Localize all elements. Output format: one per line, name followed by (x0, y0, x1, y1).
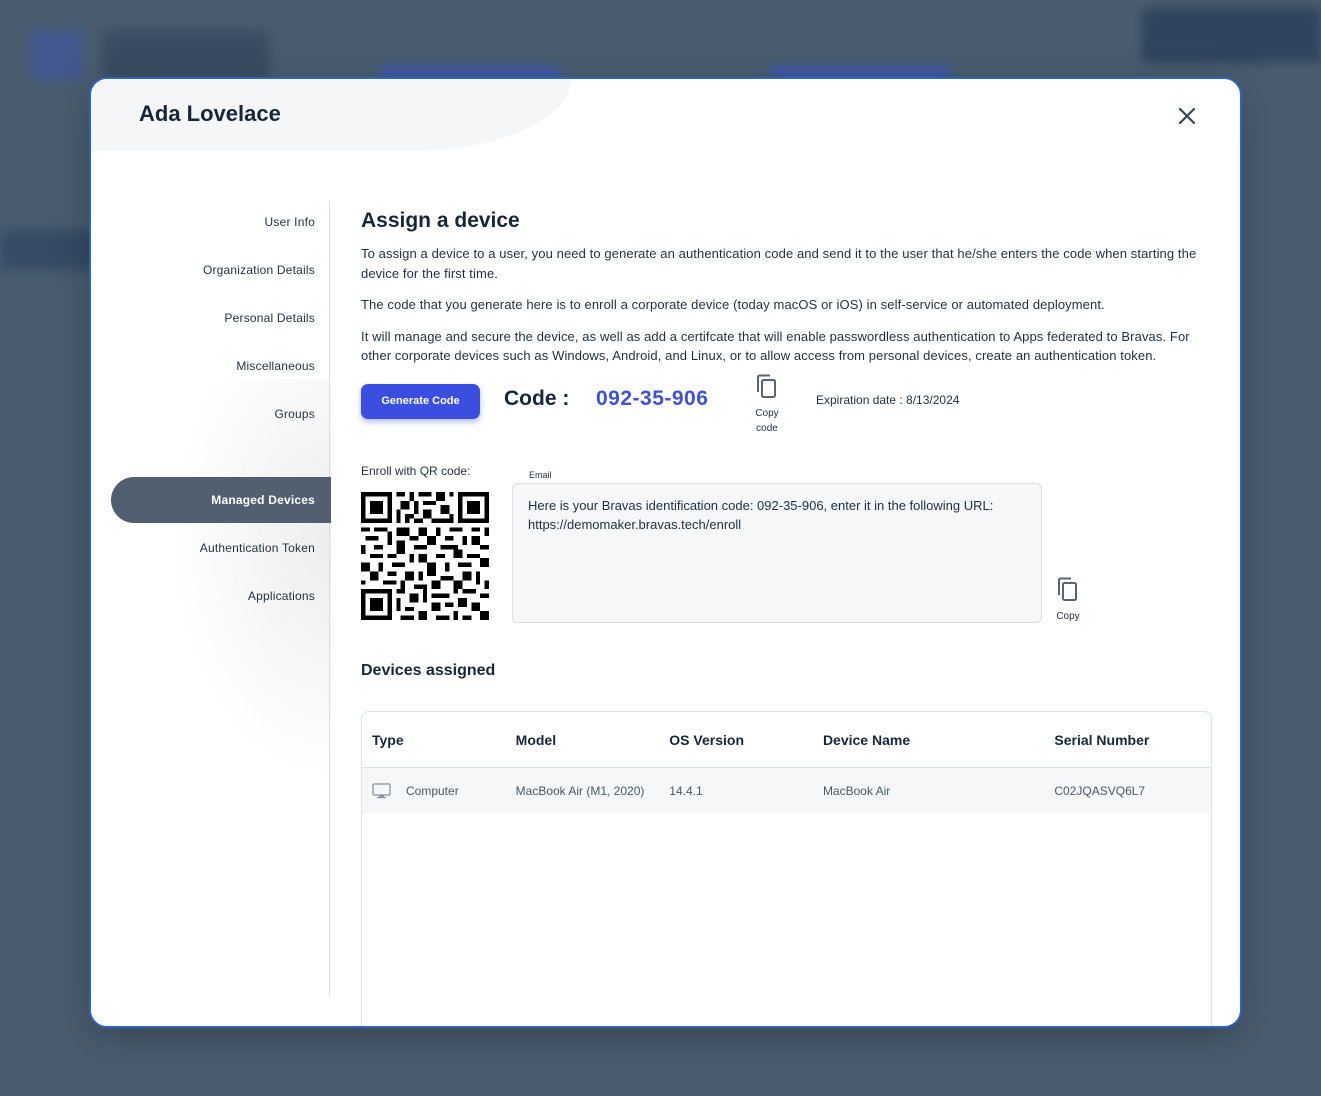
copy-icon (1058, 577, 1077, 601)
copy-icon (757, 374, 776, 398)
table-header: Type Model OS Version Device Name Serial… (362, 712, 1211, 768)
code-value: 092-35-906 (596, 386, 709, 410)
computer-icon (372, 783, 391, 799)
instructions-paragraph: The code that you generate here is to en… (361, 297, 1105, 312)
close-icon (1178, 107, 1196, 125)
code-row: Generate Code Code : 092-35-906 Copy cod… (361, 374, 1213, 438)
device-serial-number: C02JQASVQ6L7 (1054, 784, 1146, 798)
section-title: Assign a device (361, 209, 520, 232)
sidebar-item-user-info[interactable]: User Info (111, 199, 331, 245)
close-button[interactable] (1174, 103, 1200, 129)
qr-code (361, 492, 489, 620)
column-header-os-version[interactable]: OS Version (669, 732, 823, 748)
generate-code-button[interactable]: Generate Code (361, 383, 480, 419)
sidebar-item-applications[interactable]: Applications (111, 573, 331, 619)
instructions-paragraph: It will manage and secure the device, as… (361, 328, 1190, 364)
modal-title: Ada Lovelace (139, 101, 281, 126)
devices-assigned-title: Devices assigned (361, 662, 496, 679)
sidebar-item-authentication-token[interactable]: Authentication Token (111, 525, 331, 571)
column-header-type[interactable]: Type (362, 732, 516, 748)
column-header-device-name[interactable]: Device Name (823, 732, 1054, 748)
expiration-date: Expiration date : 8/13/2024 (816, 392, 960, 407)
type-cell: Computer (362, 783, 516, 799)
copy-email-label: Copy (1056, 611, 1080, 622)
background-header-button (1141, 8, 1321, 63)
code-label: Code : (504, 386, 570, 410)
email-label: Email (529, 470, 552, 480)
sidebar: User Info Organization Details Personal … (91, 199, 331, 999)
sidebar-item-managed-devices[interactable]: Managed Devices (111, 477, 331, 523)
table-row[interactable]: Computer MacBook Air (M1, 2020) 14.4.1 M… (362, 768, 1211, 814)
background-band (0, 230, 100, 270)
email-message-field[interactable]: Here is your Bravas identification code:… (512, 483, 1042, 623)
copy-code-button[interactable]: Copy code (745, 373, 789, 436)
device-type: Computer (406, 784, 459, 798)
copy-code-label: code (756, 422, 778, 434)
background-logo (30, 30, 270, 80)
column-header-model[interactable]: Model (516, 732, 670, 748)
copy-email-button[interactable]: Copy (1053, 576, 1083, 624)
user-modal: Ada Lovelace User Info Organization Deta… (89, 77, 1242, 1028)
sidebar-item-organization-details[interactable]: Organization Details (111, 247, 331, 293)
sidebar-item-groups[interactable]: Groups (111, 391, 331, 437)
qr-label: Enroll with QR code: (361, 464, 471, 478)
device-os-version: 14.4.1 (669, 784, 703, 798)
copy-code-label: Copy (755, 407, 779, 419)
devices-table: Type Model OS Version Device Name Serial… (361, 711, 1212, 1026)
column-header-serial-number[interactable]: Serial Number (1054, 732, 1211, 748)
device-name: MacBook Air (822, 784, 891, 798)
modal-header: Ada Lovelace (91, 79, 571, 151)
sidebar-item-personal-details[interactable]: Personal Details (111, 295, 331, 341)
instructions-paragraph: To assign a device to a user, you need t… (361, 246, 1197, 281)
sidebar-item-miscellaneous[interactable]: Miscellaneous (111, 343, 331, 389)
device-model: MacBook Air (M1, 2020) (515, 784, 645, 798)
assign-device-section: Assign a device To assign a device to a … (361, 209, 1213, 438)
